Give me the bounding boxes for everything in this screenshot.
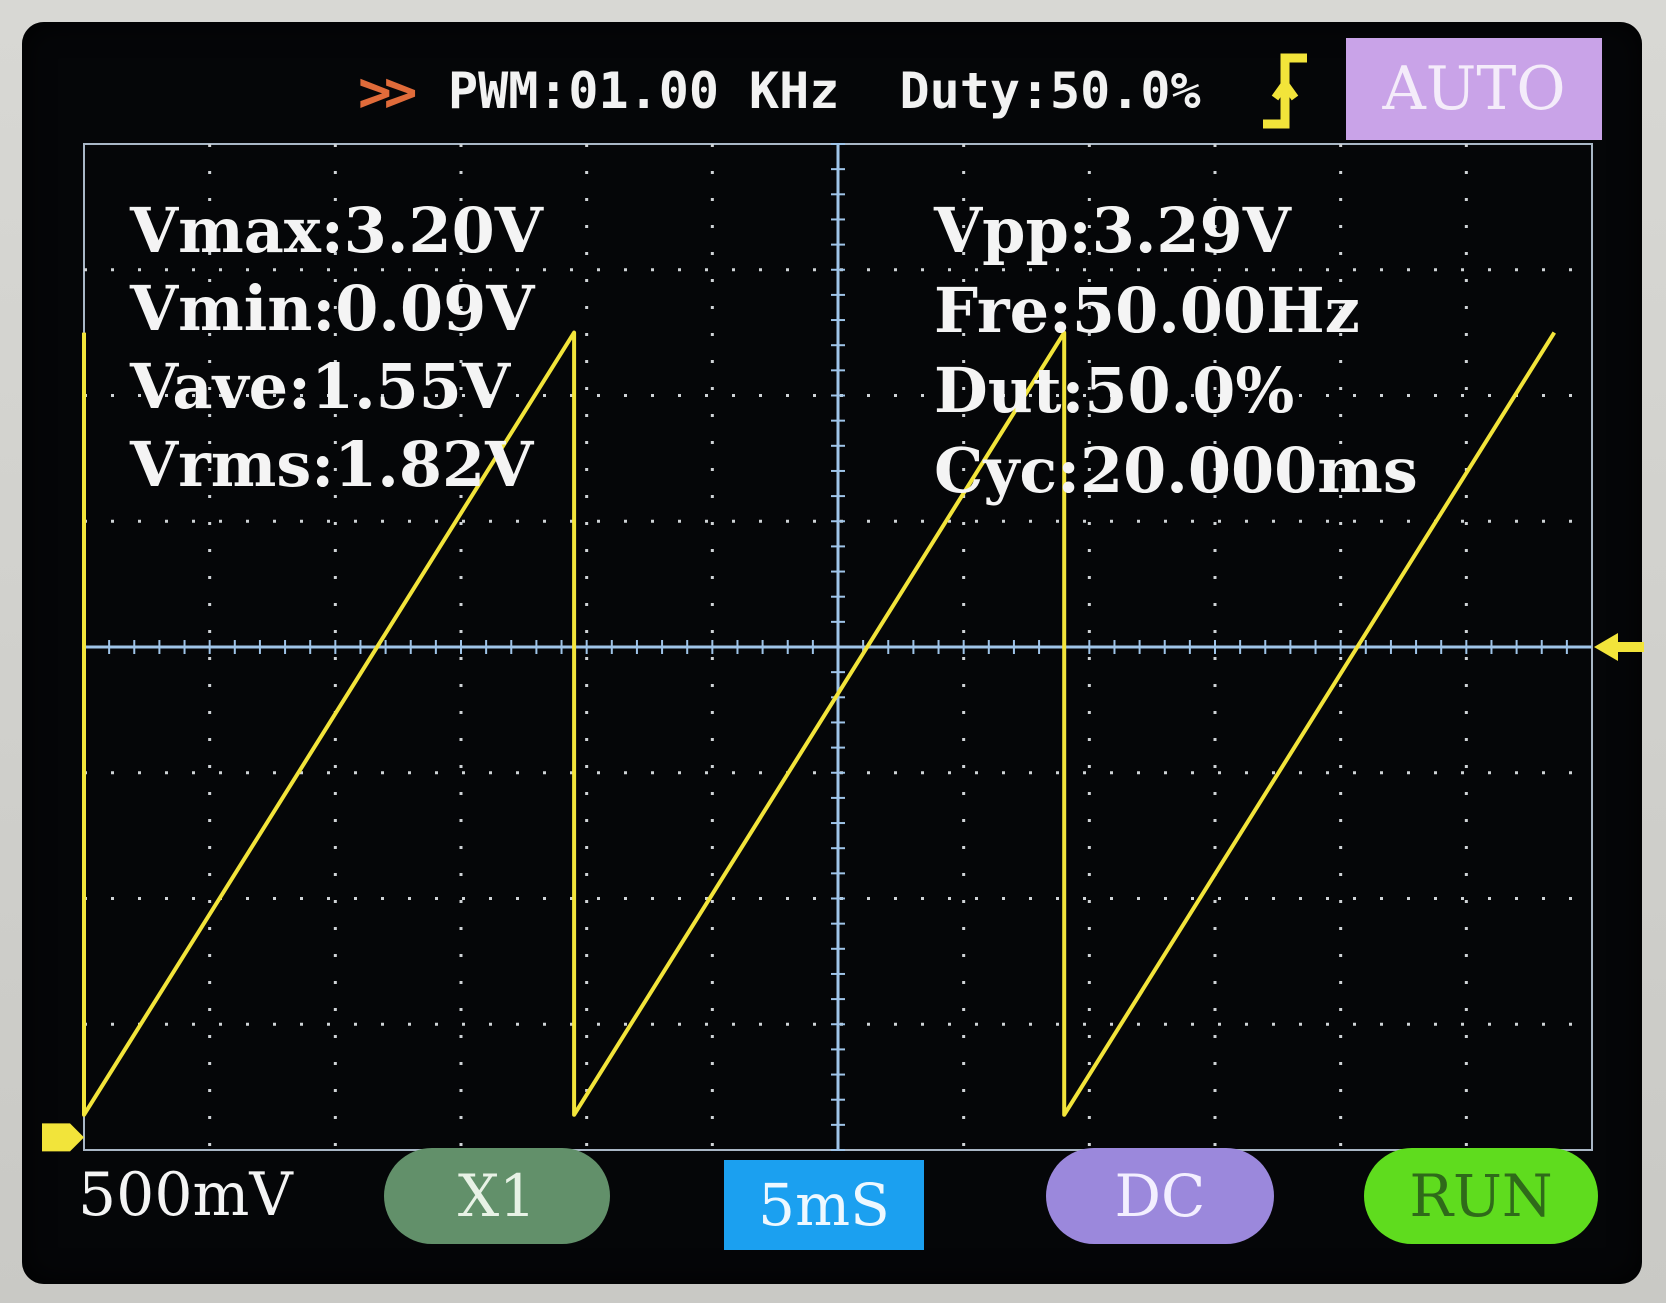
frequency-readout: Fre:50.00Hz: [934, 274, 1360, 347]
run-stop-button[interactable]: RUN: [1364, 1148, 1598, 1244]
trigger-level-marker-icon: [1594, 633, 1644, 661]
coupling-button[interactable]: DC: [1046, 1148, 1274, 1244]
duty-readout: Dut:50.0%: [934, 354, 1295, 427]
cycle-readout: Cyc:20.000ms: [934, 434, 1418, 507]
vmin-readout: Vmin:0.09V: [130, 272, 535, 345]
timebase-button[interactable]: 5mS: [724, 1160, 924, 1250]
vpp-readout: Vpp:3.29V: [934, 194, 1291, 267]
ground-level-marker-icon: [42, 1123, 84, 1152]
probe-attenuation-button[interactable]: X1: [384, 1148, 610, 1244]
vrms-readout: Vrms:1.82V: [130, 428, 534, 501]
vmax-readout: Vmax:3.20V: [130, 194, 543, 267]
volts-per-div-label[interactable]: 500mV: [78, 1160, 293, 1230]
vave-readout: Vave:1.55V: [130, 350, 511, 423]
